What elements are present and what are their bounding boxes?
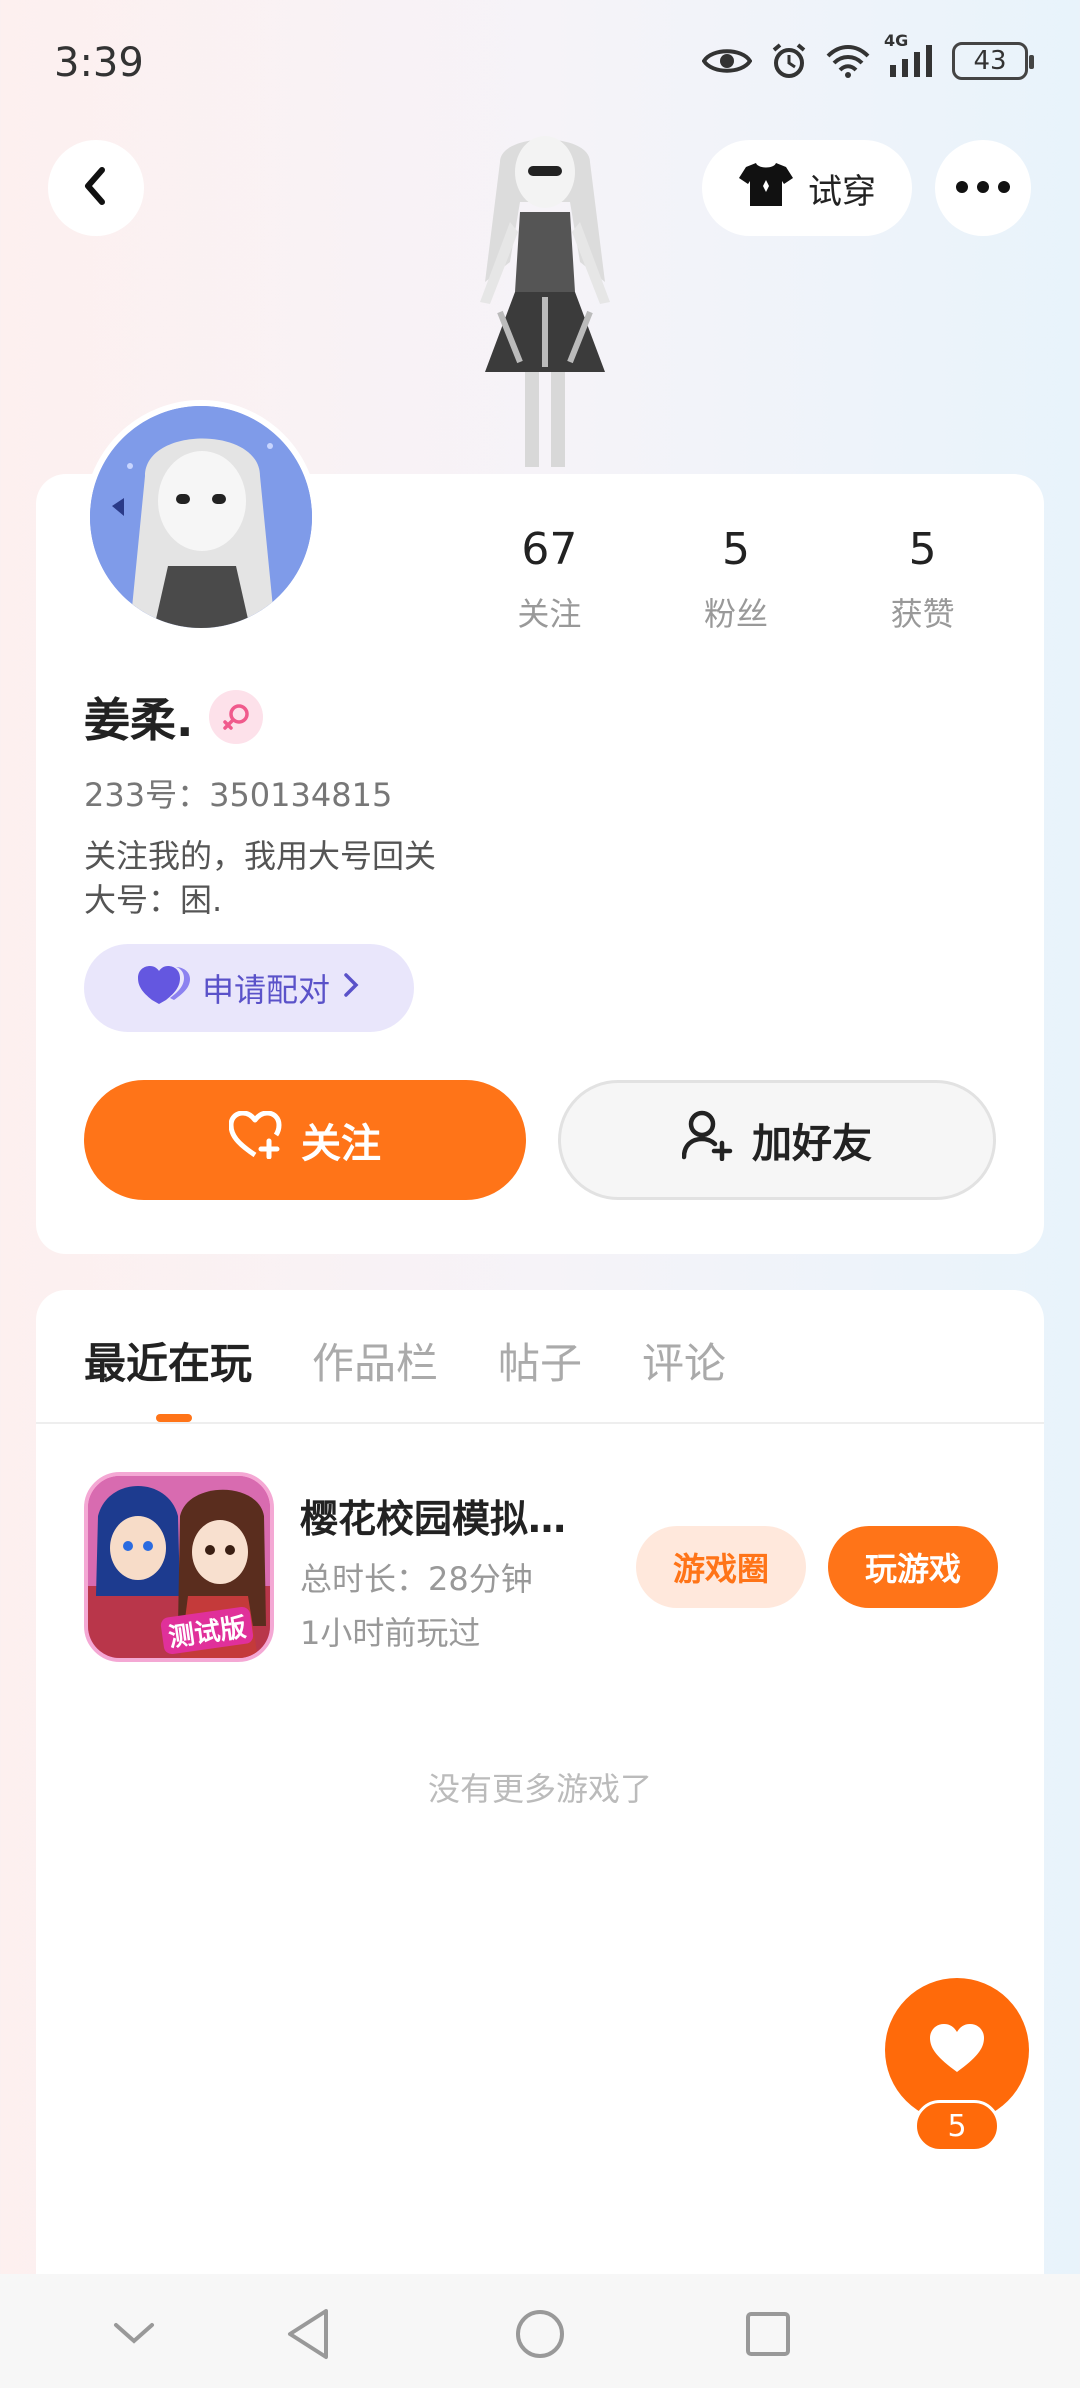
- stat-value: 5: [908, 524, 937, 575]
- chevron-down-icon[interactable]: [104, 2304, 164, 2364]
- status-time: 3:39: [54, 40, 144, 86]
- game-last-played: 1小时前玩过: [300, 1614, 481, 1652]
- like-count: 5: [914, 2100, 1000, 2152]
- back-arrow-icon: [78, 164, 114, 212]
- tab-posts[interactable]: 帖子: [498, 1330, 582, 1391]
- game-circle-button[interactable]: 游戏圈: [636, 1526, 806, 1608]
- wifi-icon: [826, 44, 870, 78]
- content-card: 最近在玩 作品栏 帖子 评论 测试版 樱花校园模拟… 总时长：28分钟 1小时前…: [36, 1290, 1044, 2388]
- tab-bar: 最近在玩 作品栏 帖子 评论: [84, 1330, 726, 1391]
- bio-line: 大号：困.: [84, 881, 223, 919]
- name-row: 姜柔.: [84, 684, 264, 750]
- play-game-button[interactable]: 玩游戏: [828, 1526, 998, 1608]
- female-symbol-icon: [209, 690, 264, 744]
- avatar-3d-figure: [430, 122, 660, 474]
- game-duration: 总时长：28分钟: [300, 1560, 533, 1598]
- divider: [36, 1422, 1044, 1424]
- stat-label: 粉丝: [704, 594, 769, 633]
- profile-stats: 67 关注 5 粉丝 5 获赞: [456, 524, 1016, 635]
- tab-indicator: [156, 1414, 192, 1422]
- user-name: 姜柔.: [84, 693, 194, 747]
- eye-icon: [702, 44, 752, 78]
- bio-line: 关注我的，我用大号回关: [84, 837, 437, 875]
- tab-works[interactable]: 作品栏: [312, 1330, 438, 1391]
- stat-label: 获赞: [890, 594, 955, 633]
- profile-avatar[interactable]: [84, 400, 318, 634]
- alarm-icon: [770, 42, 808, 80]
- stat-value: 67: [521, 524, 578, 575]
- tab-recently-played[interactable]: 最近在玩: [84, 1330, 252, 1391]
- battery-level: 43: [973, 46, 1007, 76]
- tryon-label: 试穿: [808, 171, 876, 212]
- stat-label: 关注: [517, 594, 582, 633]
- heart-plus-icon: [228, 1110, 283, 1169]
- battery-icon: 43: [952, 42, 1034, 80]
- home-circle-icon[interactable]: [510, 2304, 570, 2364]
- heart-icon: [928, 2022, 986, 2078]
- follow-button[interactable]: 关注: [84, 1080, 526, 1200]
- tab-comments[interactable]: 评论: [642, 1330, 726, 1391]
- chevron-right-icon: [342, 969, 360, 1007]
- cellular-signal-icon: 4G: [884, 31, 934, 79]
- user-id: 233号：350134815: [84, 776, 393, 814]
- stat-value: 5: [722, 524, 750, 575]
- stat-likes[interactable]: 5 获赞: [829, 524, 1016, 635]
- follow-label: 关注: [301, 1121, 381, 1167]
- pair-request-button[interactable]: 申请配对: [84, 944, 414, 1032]
- game-icon[interactable]: 测试版: [84, 1472, 274, 1662]
- game-title: 樱花校园模拟…: [300, 1497, 567, 1541]
- recents-square-icon[interactable]: [738, 2304, 798, 2364]
- system-nav-bar: [0, 2274, 1080, 2388]
- double-heart-icon: [137, 964, 190, 1012]
- status-bar: 3:39 4G 43: [0, 0, 1080, 130]
- more-dots-icon: [955, 179, 1011, 198]
- status-icons: 4G 43: [702, 31, 1034, 80]
- no-more-text: 没有更多游戏了: [427, 1770, 652, 1808]
- add-friend-label: 加好友: [752, 1121, 872, 1167]
- back-triangle-icon[interactable]: [278, 2304, 338, 2364]
- add-person-icon: [681, 1109, 734, 1171]
- stat-fans[interactable]: 5 粉丝: [643, 524, 830, 635]
- more-button[interactable]: [935, 140, 1031, 236]
- stat-following[interactable]: 67 关注: [456, 524, 643, 635]
- network-type: 4G: [884, 31, 909, 50]
- pair-label: 申请配对: [201, 971, 330, 1009]
- tryon-button[interactable]: 试穿: [702, 140, 912, 236]
- tshirt-icon: [738, 160, 794, 217]
- add-friend-button[interactable]: 加好友: [558, 1080, 996, 1200]
- game-list-item[interactable]: 测试版 樱花校园模拟… 总时长：28分钟 1小时前玩过 游戏圈 玩游戏: [84, 1472, 1004, 1662]
- back-button[interactable]: [48, 140, 144, 236]
- bio: 关注我的，我用大号回关 大号：困.: [84, 834, 436, 922]
